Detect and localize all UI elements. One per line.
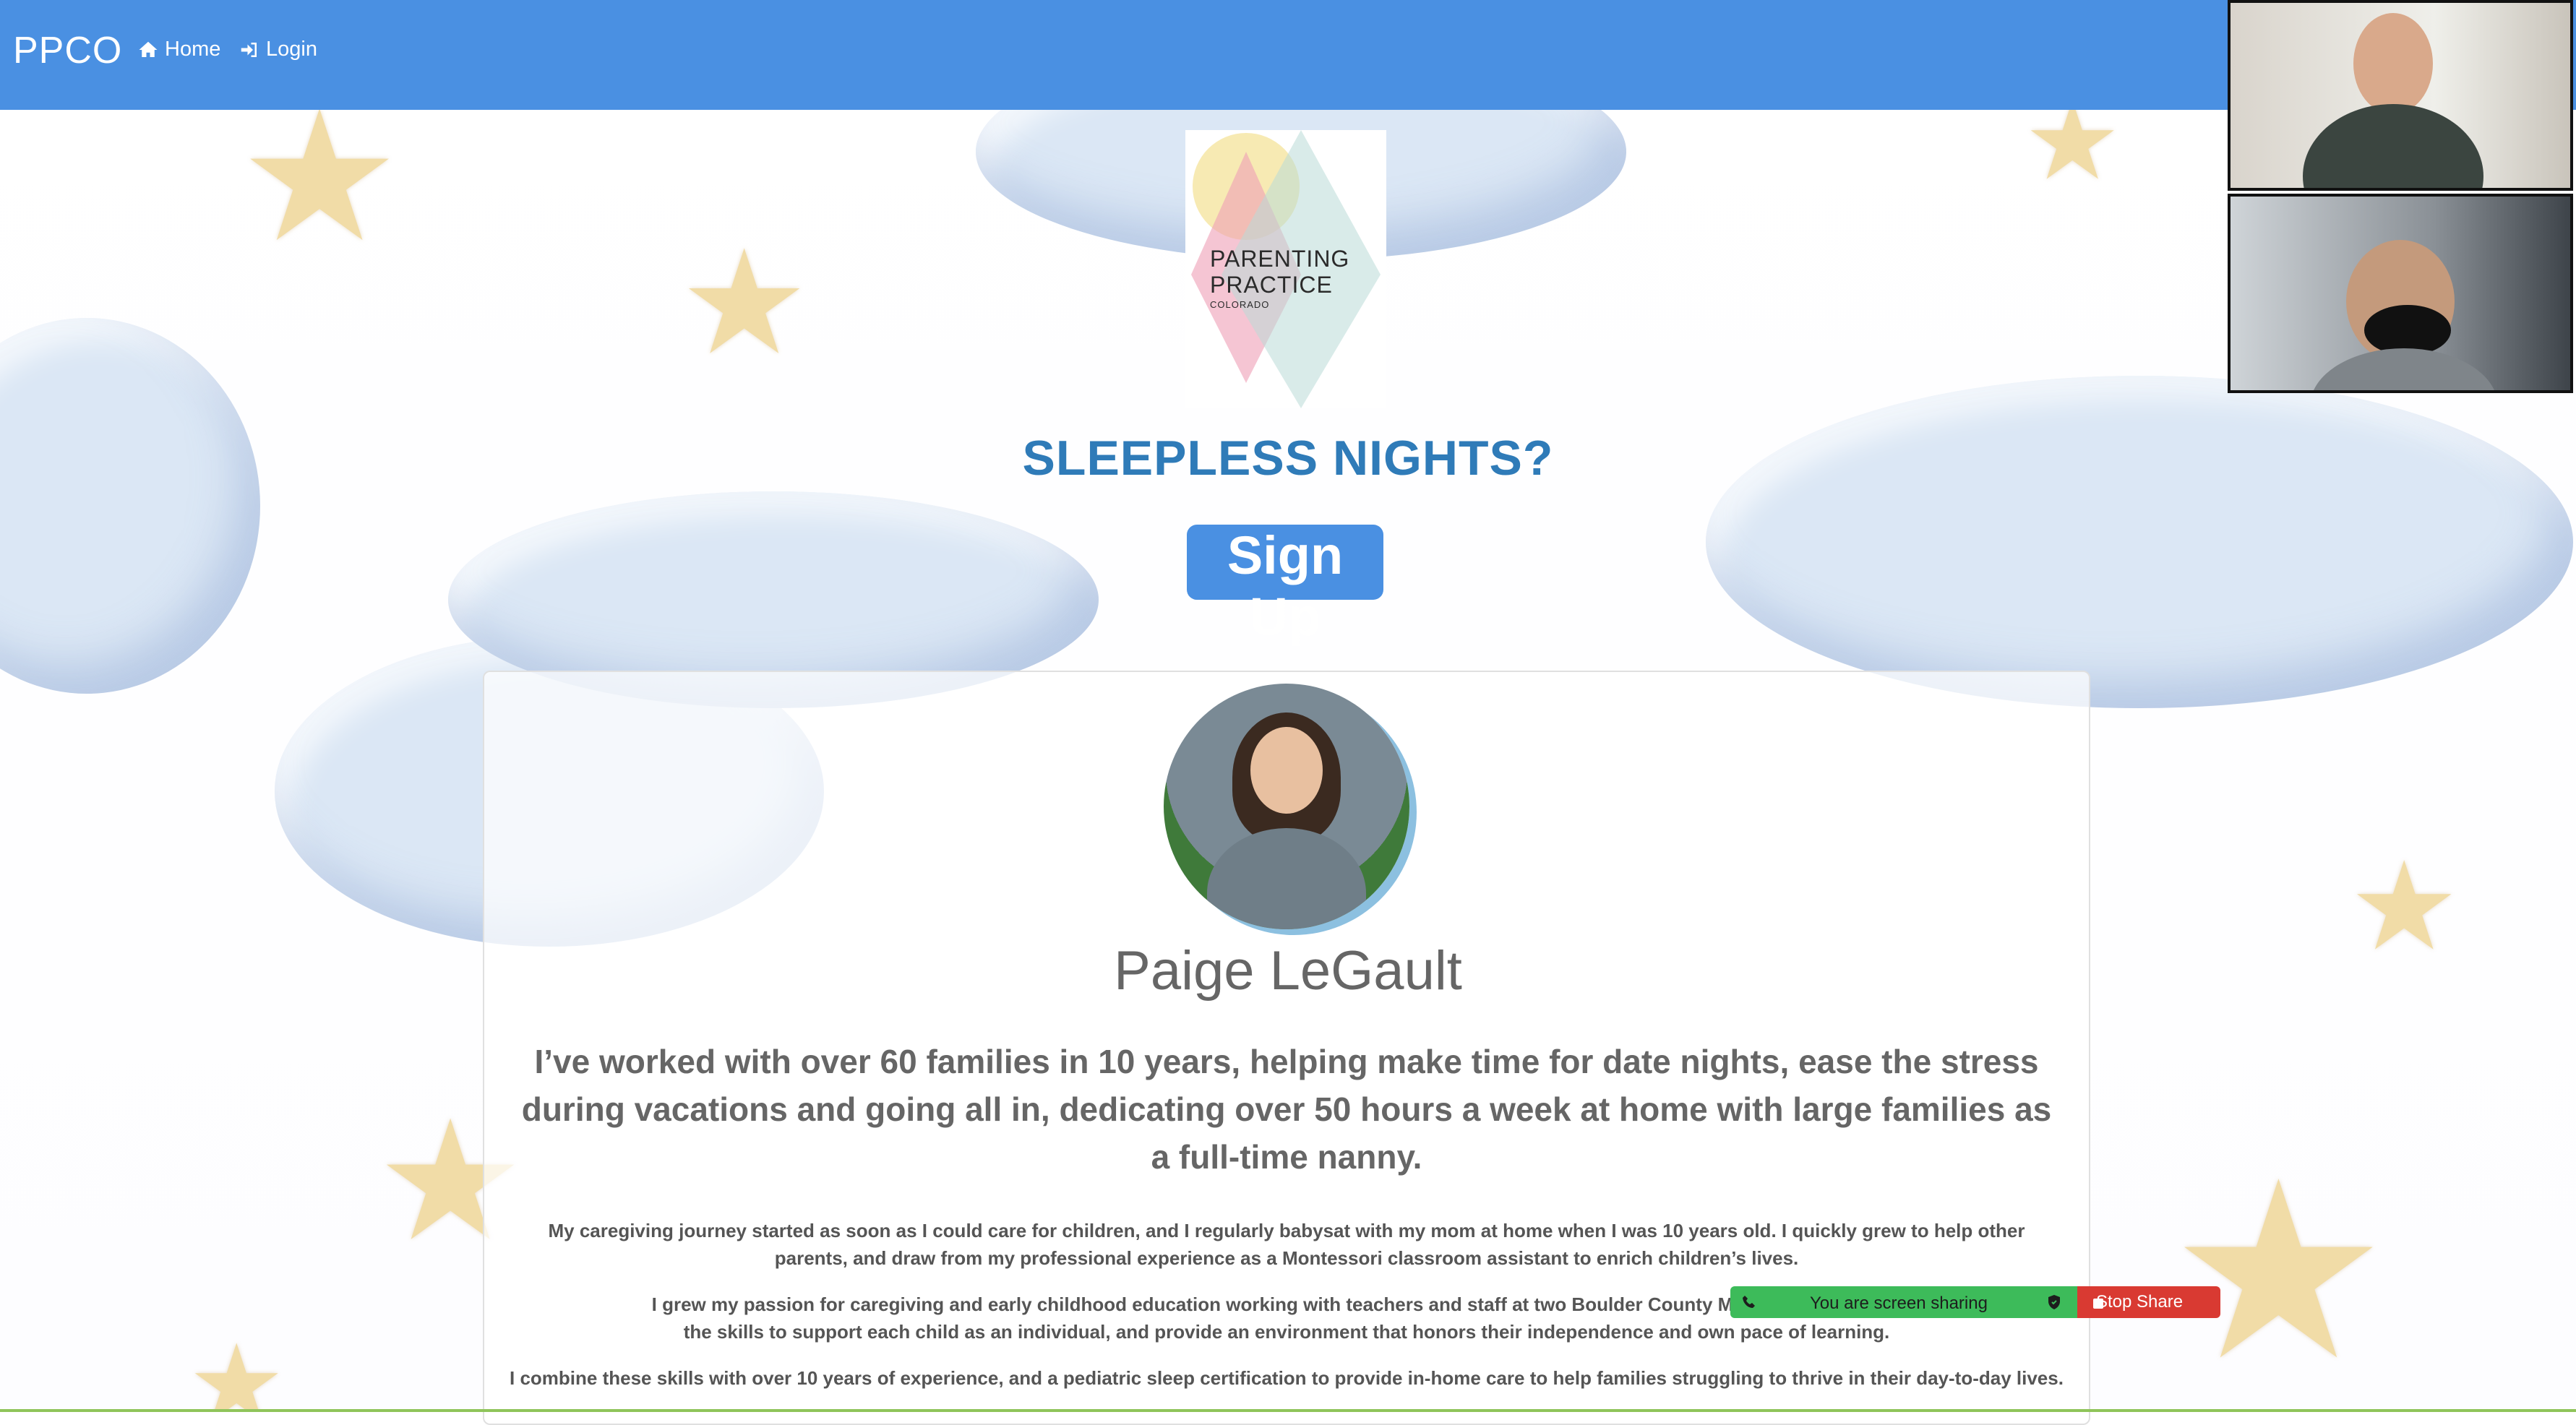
screen-share-bar[interactable]: You are screen sharing bbox=[1730, 1286, 2077, 1318]
cloud-left bbox=[0, 318, 260, 694]
stop-icon bbox=[2093, 1299, 2103, 1309]
video-tile-participant-1[interactable] bbox=[2228, 0, 2573, 191]
profile-tagline: I’ve worked with over 60 families in 10 … bbox=[521, 1043, 2052, 1176]
profile-avatar bbox=[1164, 684, 1409, 929]
nav-home-link[interactable]: Home bbox=[137, 38, 220, 61]
participant-body bbox=[2303, 104, 2483, 188]
shield-icon bbox=[2048, 1295, 2060, 1309]
home-icon bbox=[139, 41, 158, 57]
nav-home-label: Home bbox=[165, 38, 221, 61]
screen-share-status: You are screen sharing bbox=[1810, 1293, 1988, 1313]
cloud-right bbox=[1706, 376, 2573, 708]
phone-icon bbox=[1743, 1296, 1755, 1308]
star-decoration: ★ bbox=[239, 76, 401, 277]
navbar: PPCO Home Login bbox=[0, 0, 2576, 110]
nav-login-link[interactable]: Login bbox=[239, 38, 317, 61]
logo-text-colorado: COLORADO bbox=[1210, 299, 1270, 310]
star-decoration: ★ bbox=[2168, 1135, 2389, 1409]
paragraph-line: the skills to support each child as an i… bbox=[683, 1321, 1890, 1343]
profile-name: Paige LeGault bbox=[1114, 940, 1462, 1002]
star-decoration: ★ bbox=[188, 1323, 285, 1412]
participant-body bbox=[2310, 348, 2498, 390]
sign-up-button[interactable]: Sign Up bbox=[1187, 525, 1383, 647]
page-headline: SLEEPLESS NIGHTS? bbox=[1022, 431, 1554, 486]
nav-login-label: Login bbox=[266, 38, 317, 61]
window-bottom-border bbox=[0, 1409, 2576, 1412]
video-tile-participant-2[interactable] bbox=[2228, 194, 2573, 393]
sign-in-icon bbox=[241, 42, 257, 57]
brand-link[interactable]: PPCO bbox=[13, 29, 122, 72]
participant-head bbox=[2353, 13, 2433, 114]
star-decoration: ★ bbox=[679, 223, 810, 384]
logo-text-parenting: PARENTING bbox=[1210, 246, 1350, 272]
profile-paragraph: My caregiving journey started as soon as… bbox=[548, 1220, 2025, 1269]
logo-text-practice: PRACTICE bbox=[1210, 272, 1333, 298]
parenting-practice-logo: PARENTING PRACTICE COLORADO bbox=[1185, 130, 1386, 408]
profile-paragraph: I combine these skills with over 10 year… bbox=[510, 1367, 2064, 1389]
